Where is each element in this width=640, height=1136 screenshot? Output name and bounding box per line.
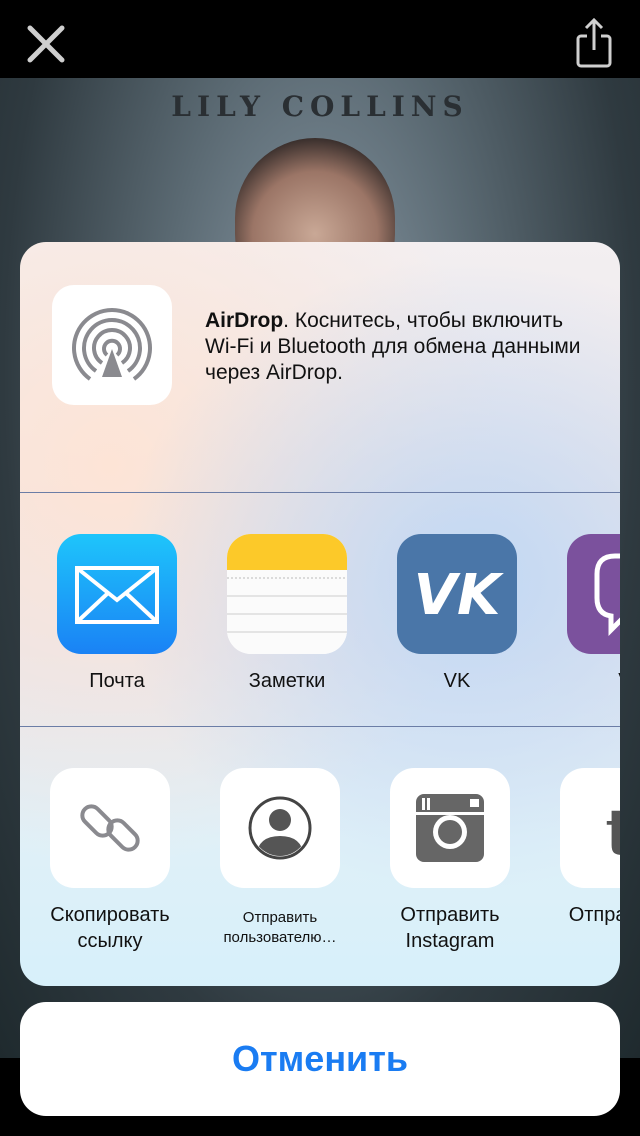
action-send-instagram[interactable]: Отправить Instagram — [365, 768, 535, 954]
app-label: Vi — [542, 668, 620, 694]
app-notes[interactable]: Заметки — [202, 534, 372, 694]
viber-icon — [567, 534, 620, 654]
tumblr-icon: t — [560, 768, 620, 888]
action-label: Скопировать ссылку — [50, 904, 170, 952]
vk-icon: VK — [397, 534, 517, 654]
apps-row: Почта Заметки VK VK — [20, 493, 620, 726]
cancel-button[interactable]: Отменить — [20, 1002, 620, 1116]
action-label: Отправить пользователю… — [223, 909, 337, 946]
app-viber[interactable]: Vi — [542, 534, 620, 694]
mail-icon — [57, 534, 177, 654]
app-vk[interactable]: VK VK — [372, 534, 542, 694]
app-label: Заметки — [248, 670, 326, 692]
svg-text:VK: VK — [414, 563, 504, 628]
airdrop-icon[interactable] — [52, 285, 172, 405]
notes-icon — [227, 534, 347, 654]
instagram-icon — [390, 768, 510, 888]
link-icon — [50, 768, 170, 888]
svg-text:t: t — [605, 795, 620, 870]
close-icon[interactable] — [22, 20, 70, 68]
action-send-to-user[interactable]: Отправить пользователю… — [195, 768, 365, 948]
airdrop-row[interactable]: AirDrop. Коснитесь, чтобы включить Wi-Fi… — [20, 242, 620, 492]
person-icon — [220, 768, 340, 888]
action-copy-link[interactable]: Скопировать ссылку — [25, 768, 195, 954]
cancel-label: Отменить — [232, 1038, 408, 1079]
action-send-tumblr[interactable]: t Отпра Tum — [535, 768, 620, 928]
airdrop-title: AirDrop — [205, 309, 284, 332]
app-label: Почта — [89, 670, 145, 692]
top-bar — [0, 0, 640, 78]
airdrop-description: AirDrop. Коснитесь, чтобы включить Wi-Fi… — [205, 308, 595, 386]
share-sheet: AirDrop. Коснитесь, чтобы включить Wi-Fi… — [20, 242, 620, 986]
share-icon[interactable] — [574, 16, 614, 70]
cover-author-text: LILY COLLINS — [171, 90, 469, 123]
action-label: Отпра Tum — [568, 904, 620, 926]
action-label: Отправить Instagram — [400, 904, 500, 952]
app-mail[interactable]: Почта — [32, 534, 202, 694]
actions-row: Скопировать ссылку Отправить пользовател… — [20, 727, 620, 986]
app-label: VK — [443, 670, 471, 692]
